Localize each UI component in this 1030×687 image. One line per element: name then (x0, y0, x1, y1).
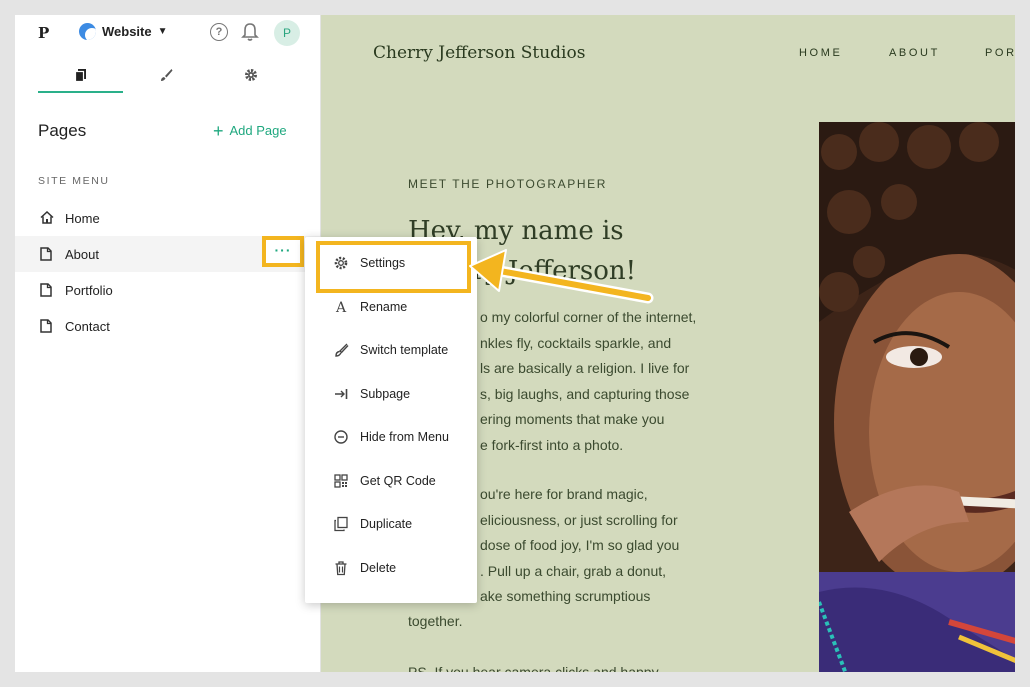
para-line: s, big laughs, and capturing those (480, 385, 690, 402)
site-logo-icon (79, 23, 96, 40)
menu-item-settings[interactable]: Settings (305, 245, 477, 281)
page-item-label: Home (65, 211, 100, 226)
para-line: dose of food joy, I'm so glad you (480, 537, 680, 553)
para-line: ering moments that make you (480, 411, 665, 427)
trash-icon (335, 561, 347, 576)
help-icon[interactable]: ? (210, 23, 228, 41)
app-frame: P Website ▼ ? P Pages + Add Page SITE ME… (15, 15, 1015, 672)
para-line: ls are basically a religion. I live for (480, 360, 690, 376)
rename-icon: A (335, 300, 347, 315)
para-line: . Pull up a chair, grab a donut, (480, 562, 667, 579)
svg-text:A: A (335, 300, 347, 315)
page-item-portfolio[interactable]: Portfolio (15, 272, 320, 308)
para-line: o my colorful corner of the internet, (480, 309, 697, 325)
tab-pages[interactable] (38, 59, 123, 93)
menu-item-label: Hide from Menu (360, 430, 449, 444)
duplicate-icon (334, 516, 348, 532)
site-eyebrow: MEET THE PHOTOGRAPHER (408, 177, 607, 191)
page-icon (40, 283, 52, 302)
menu-item-label: Subpage (360, 387, 411, 401)
para-line: eliciousness, or just scrolling for (480, 511, 678, 528)
plus-icon: + (213, 120, 224, 141)
site-paragraph-3: PS. If you hear camera clicks and happy (408, 664, 659, 672)
sidebar-topbar: P Website ▼ ? P (15, 15, 320, 51)
site-nav-portfolio[interactable]: POR (985, 47, 1015, 59)
qr-code-icon (334, 474, 348, 488)
page-icon (40, 319, 52, 338)
sidebar-tabs (15, 59, 320, 93)
page-item-contact[interactable]: Contact (15, 308, 320, 344)
chevron-down-icon: ▼ (157, 26, 168, 37)
menu-item-label: Rename (360, 300, 408, 314)
menu-item-subpage[interactable]: Subpage (305, 376, 477, 412)
menu-item-label: Get QR Code (360, 474, 436, 488)
brush-icon (160, 69, 172, 81)
site-nav-about[interactable]: ABOUT (889, 47, 940, 59)
tab-settings[interactable] (208, 59, 293, 91)
menu-item-label: Settings (360, 256, 406, 270)
page-item-label: Contact (65, 319, 110, 334)
menu-item-label: Duplicate (360, 517, 413, 531)
home-icon (40, 210, 54, 229)
menu-item-switch-template[interactable]: Switch template (305, 332, 477, 368)
para-line: nkles fly, cocktails sparkle, and (480, 334, 672, 351)
page-context-menu: Settings A Rename Switch template Subpag… (305, 237, 477, 603)
indent-icon (335, 389, 348, 399)
add-page-label: Add Page (229, 123, 287, 138)
app-logo: P (38, 24, 50, 42)
brush-icon (335, 343, 349, 357)
menu-item-rename[interactable]: A Rename (305, 289, 477, 325)
site-menu-label: SITE MENU (38, 175, 110, 187)
page-more-button[interactable]: ··· (262, 236, 304, 267)
menu-item-label: Delete (360, 561, 397, 575)
site-switcher[interactable]: Website ▼ (79, 23, 168, 40)
page-icon (40, 247, 52, 266)
page-item-home[interactable]: Home (15, 200, 320, 236)
pages-icon (74, 69, 86, 82)
site-nav-home[interactable]: HOME (799, 47, 842, 59)
menu-item-duplicate[interactable]: Duplicate (305, 506, 477, 542)
gear-icon (244, 69, 257, 81)
pages-title: Pages (38, 121, 87, 140)
page-item-label: About (65, 247, 99, 262)
para-line: ou're here for brand magic, (480, 486, 648, 502)
site-paragraph-2: ou're here for brand magic, eliciousness… (480, 482, 790, 610)
para-line: ake something scrumptious (480, 588, 651, 604)
menu-item-hide-from-menu[interactable]: Hide from Menu (305, 419, 477, 455)
minus-circle-icon (334, 430, 348, 444)
page-item-label: Portfolio (65, 283, 113, 298)
site-paragraph-2-end: together. (408, 613, 463, 629)
bell-icon[interactable] (241, 22, 259, 47)
para-line: e fork-first into a photo. (480, 436, 624, 453)
tab-design[interactable] (123, 59, 208, 91)
avatar[interactable]: P (274, 20, 300, 46)
add-page-button[interactable]: + Add Page (213, 120, 287, 141)
menu-item-get-qr-code[interactable]: Get QR Code (305, 463, 477, 499)
gear-icon (334, 256, 348, 270)
menu-item-delete[interactable]: Delete (305, 550, 477, 586)
site-name: Website (102, 24, 152, 39)
site-paragraph-1: o my colorful corner of the internet, nk… (480, 305, 790, 458)
site-brand[interactable]: Cherry Jefferson Studios (373, 43, 585, 63)
menu-item-label: Switch template (360, 343, 449, 357)
sidebar: P Website ▼ ? P Pages + Add Page SITE ME… (15, 15, 321, 672)
photographer-photo (819, 122, 1015, 672)
